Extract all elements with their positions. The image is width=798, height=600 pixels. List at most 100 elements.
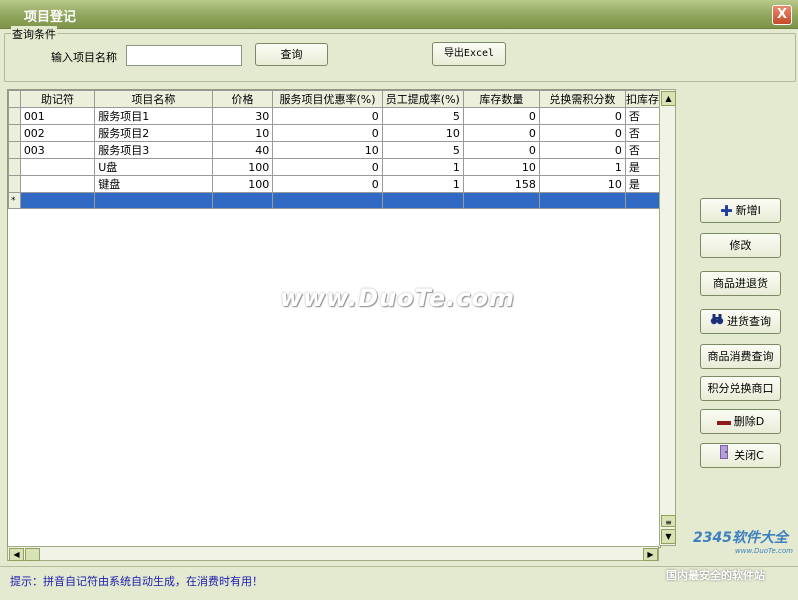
watermark-text: www.DuoTe.com [280,284,515,312]
table-cell[interactable]: 否 [624,107,660,125]
table-cell[interactable] [624,192,660,209]
table-row[interactable]: 键盘 100 0 1 158 10 是 [8,175,660,193]
column-header[interactable]: 员工提成率(%) [381,90,464,108]
vertical-scrollbar[interactable]: ▲ ≡ ▼ [659,89,676,546]
table-row[interactable]: 003 服务项目3 40 10 5 0 0 否 [8,141,660,159]
new-row-marker[interactable]: * [8,192,21,209]
table-cell[interactable] [19,192,96,209]
plus-icon: ✚ [720,201,733,220]
column-header[interactable]: 扣库存 [624,90,660,108]
query-button[interactable]: 查询 [255,43,328,66]
table-cell[interactable]: 否 [624,124,660,142]
table-cell[interactable]: 001 [19,107,96,125]
table-cell[interactable] [381,192,464,209]
table-cell[interactable]: 40 [211,141,274,159]
row-selector[interactable] [8,158,21,176]
table-cell[interactable] [19,158,96,176]
table-cell[interactable]: 10 [211,124,274,142]
table-cell[interactable] [211,192,274,209]
consume-query-button[interactable]: 商品消费查询 [700,344,781,369]
table-cell[interactable]: 键盘 [94,175,213,193]
table-cell[interactable]: 30 [211,107,274,125]
scroll-left-icon[interactable]: ◀ [9,548,24,561]
table-cell[interactable]: 10 [272,141,383,159]
column-header[interactable]: 兑换需积分数 [538,90,626,108]
row-selector[interactable] [8,107,21,125]
table-row[interactable]: 001 服务项目1 30 0 5 0 0 否 [8,107,660,125]
table-cell[interactable]: 0 [462,107,540,125]
table-cell[interactable]: 0 [538,141,626,159]
table-cell[interactable]: 5 [381,107,464,125]
table-cell[interactable]: 0 [272,107,383,125]
column-header[interactable]: 助记符 [19,90,96,108]
close-window-button[interactable]: X [772,5,792,25]
table-cell[interactable]: 是 [624,158,660,176]
table-cell[interactable]: 0 [272,175,383,193]
table-cell[interactable]: 0 [538,124,626,142]
column-header[interactable]: 价格 [211,90,274,108]
close-button[interactable]: 关闭C [700,443,781,468]
table-cell[interactable]: 0 [462,124,540,142]
minus-icon [716,411,731,434]
horizontal-scroll-thumb[interactable] [25,548,40,561]
table-cell[interactable]: 0 [538,107,626,125]
delete-button[interactable]: 删除D [700,409,781,434]
column-header[interactable]: 服务项目优惠率(%) [272,90,383,108]
row-selector-header [8,90,21,108]
table-cell[interactable]: 158 [462,175,540,193]
table-cell[interactable]: 100 [211,158,274,176]
table-cell[interactable]: 服务项目3 [94,141,213,159]
table-cell[interactable] [272,192,383,209]
column-header[interactable]: 项目名称 [94,90,213,108]
table-cell[interactable]: 10 [381,124,464,142]
purchase-query-button[interactable]: 进货查询 [700,309,781,334]
horizontal-scrollbar[interactable]: ◀ ▶ [7,546,659,561]
table-row[interactable]: 002 服务项目2 10 0 10 0 0 否 [8,124,660,142]
scroll-thumb[interactable]: ≡ [661,515,676,527]
table-cell[interactable]: 1 [381,158,464,176]
window-title: 项目登记 [24,10,77,25]
add-button-label: 新增I [735,204,761,217]
table-cell[interactable]: 服务项目1 [94,107,213,125]
binoculars-icon [710,311,724,334]
table-cell[interactable]: 服务项目2 [94,124,213,142]
row-selector[interactable] [8,141,21,159]
table-cell[interactable]: 0 [272,158,383,176]
table-cell[interactable]: U盘 [94,158,213,176]
door-exit-icon [717,444,731,468]
table-cell[interactable]: 003 [19,141,96,159]
project-table: 助记符 项目名称 价格 服务项目优惠率(%) 员工提成率(%) 库存数量 兑换需… [8,90,660,209]
export-excel-button[interactable]: 导出Excel [432,42,506,66]
table-cell[interactable]: 0 [462,141,540,159]
add-button[interactable]: ✚ 新增I [700,198,781,223]
row-selector[interactable] [8,175,21,193]
table-cell[interactable] [462,192,540,209]
scroll-right-icon[interactable]: ▶ [643,548,658,561]
query-group: 查询条件 输入项目名称 查询 导出Excel [4,26,796,82]
table-cell[interactable]: 10 [538,175,626,193]
scroll-down-icon[interactable]: ▼ [661,529,676,544]
watermark-logo: 2345软件大全 [693,530,788,546]
table-row[interactable]: U盘 100 0 1 10 1 是 [8,158,660,176]
row-selector[interactable] [8,124,21,142]
edit-button[interactable]: 修改 [700,233,781,258]
project-name-input[interactable] [126,45,242,66]
new-row[interactable]: * [8,192,660,209]
table-cell[interactable]: 100 [211,175,274,193]
points-exchange-button[interactable]: 积分兑换商口 [700,376,781,401]
stock-return-button[interactable]: 商品进退货 [700,271,781,296]
table-cell[interactable] [19,175,96,193]
column-header[interactable]: 库存数量 [462,90,540,108]
table-cell[interactable]: 0 [272,124,383,142]
table-cell[interactable]: 是 [624,175,660,193]
table-cell[interactable]: 1 [538,158,626,176]
table-cell[interactable]: 002 [19,124,96,142]
table-cell[interactable] [94,192,213,209]
table-cell[interactable]: 否 [624,141,660,159]
table-cell[interactable] [538,192,626,209]
table-cell[interactable]: 1 [381,175,464,193]
table-cell[interactable]: 5 [381,141,464,159]
table-cell[interactable]: 10 [462,158,540,176]
project-grid[interactable]: 助记符 项目名称 价格 服务项目优惠率(%) 员工提成率(%) 库存数量 兑换需… [7,89,661,548]
scroll-up-icon[interactable]: ▲ [661,91,676,106]
